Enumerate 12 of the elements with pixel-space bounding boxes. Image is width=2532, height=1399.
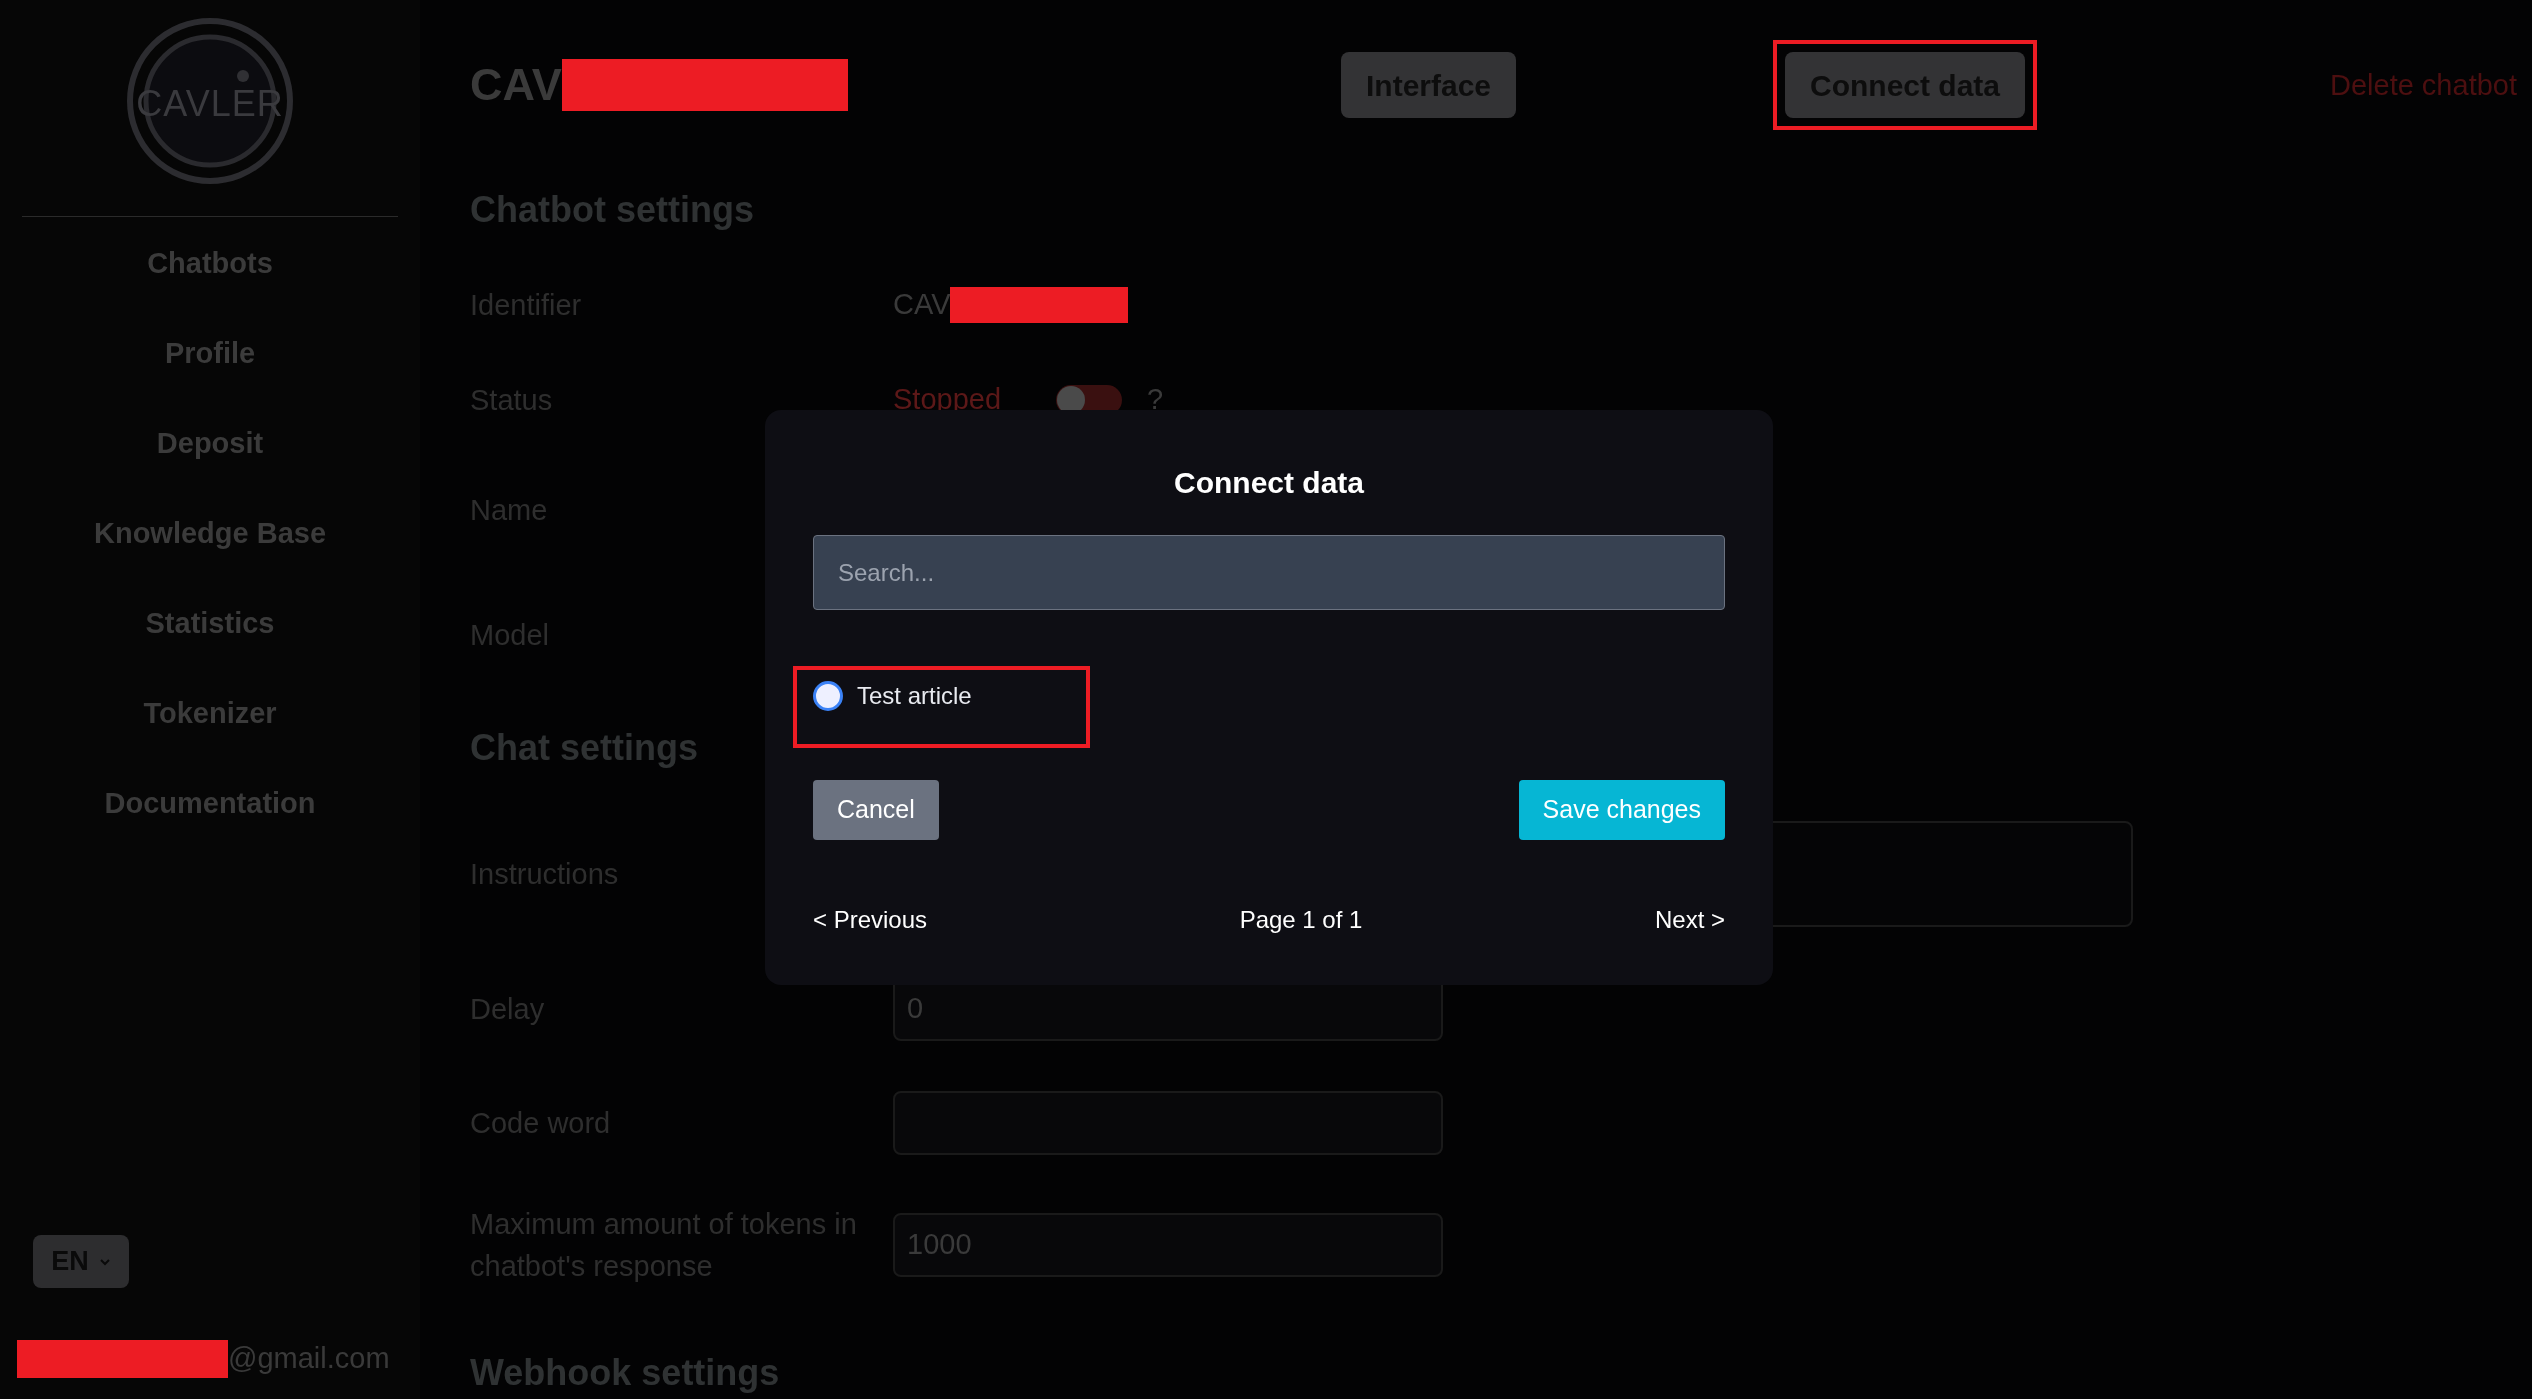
save-button[interactable]: Save changes — [1518, 780, 1725, 840]
previous-link[interactable]: < Previous — [813, 902, 928, 938]
chevron-down-icon — [98, 1257, 111, 1266]
status-value: Stopped — [893, 382, 1002, 418]
input-field[interactable] — [893, 1091, 1443, 1155]
page-indicator: Page 1 of 1 — [1239, 905, 1363, 935]
option-radio[interactable]: Test article — [813, 678, 972, 714]
delete-link[interactable]: Delete chatbot — [2330, 64, 2517, 108]
modal-title: Connect data — [1173, 465, 1365, 501]
next-link[interactable]: Next > — [1654, 902, 1725, 938]
search-field[interactable]: Search... — [813, 535, 1725, 610]
cancel-button[interactable]: Cancel — [813, 780, 939, 840]
